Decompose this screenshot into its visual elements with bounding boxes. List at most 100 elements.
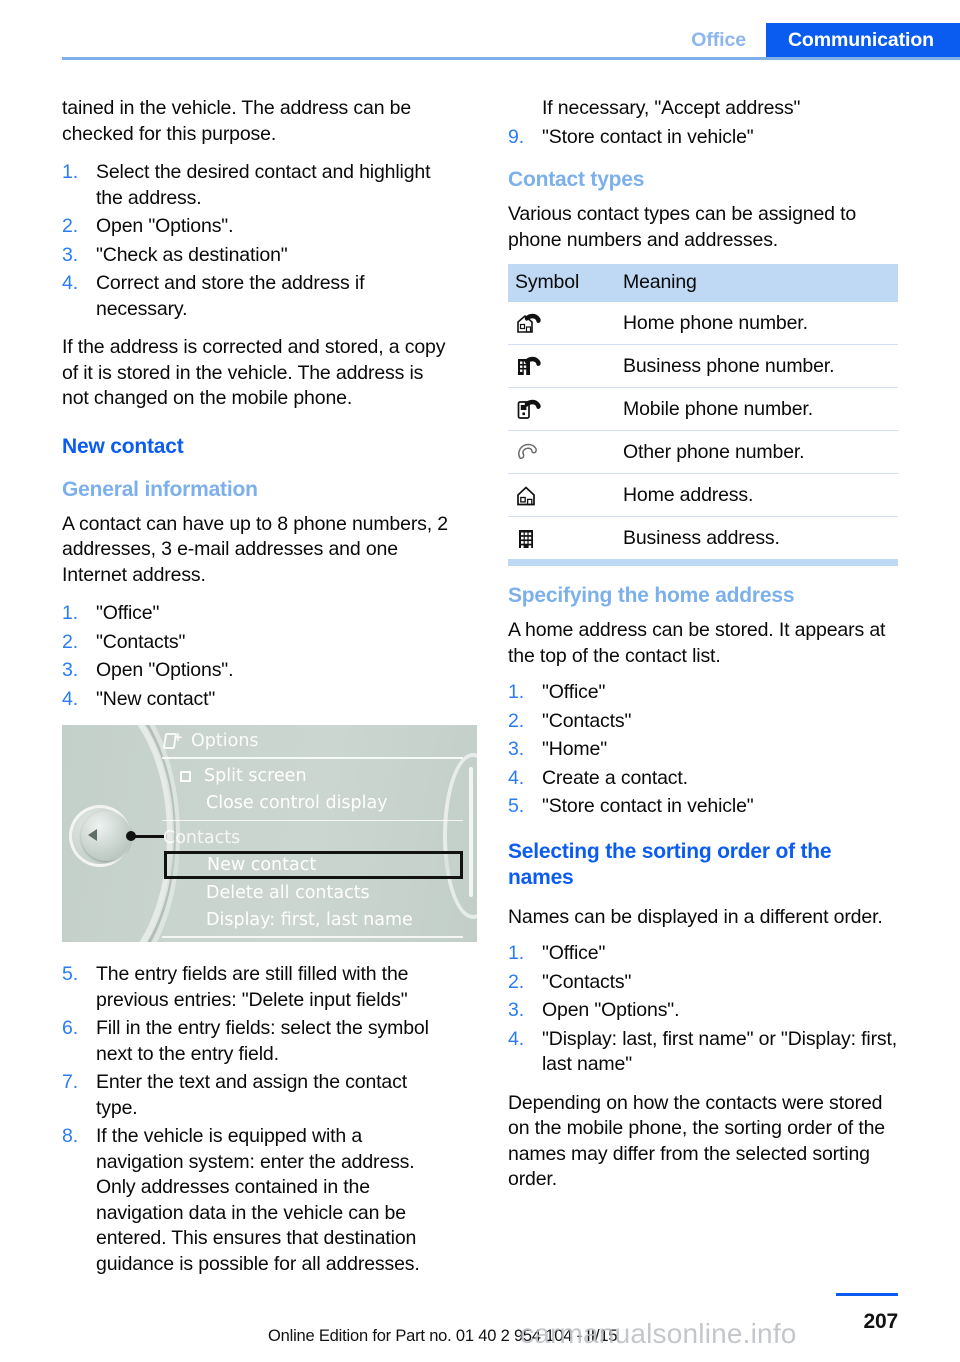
list-item: 2. "Contacts" — [508, 709, 898, 735]
step-number: 5. — [62, 963, 78, 985]
heading-contact-types: Contact types — [508, 168, 645, 191]
idrive-item-label: Close control display — [206, 793, 388, 813]
list-item-continuation: If necessary, "Accept address" — [508, 96, 898, 122]
step-number: 2. — [508, 970, 524, 993]
list-item: 9. "Store contact in vehicle" — [508, 125, 898, 151]
step-text: "Home" — [542, 738, 607, 760]
idrive-group-label: Contacts — [163, 827, 241, 848]
steps-check-address: 1. Select the desired contact and highli… — [62, 160, 452, 322]
list-item: 3. "Check as destination" — [62, 243, 452, 269]
sorting-paragraph: Names can be displayed in a different or… — [508, 905, 883, 928]
table-row: Business address. — [508, 517, 898, 560]
cell-meaning: Mobile phone number. — [616, 387, 898, 431]
idrive-item-label: Display: first, last name — [206, 909, 413, 930]
cell-meaning: Business phone number. — [616, 344, 898, 388]
idrive-item-label: Split screen — [204, 766, 307, 786]
list-item: 5. "Store contact in vehicle" — [508, 794, 898, 820]
steps-home-address: 1. "Office" 2. "Contacts" 3. "Home" 4. C… — [508, 680, 898, 820]
home-address-paragraph: A home address can be stored. It appears… — [508, 619, 886, 667]
step-text: "Office" — [542, 942, 606, 964]
step-text: Create a contact. — [542, 766, 688, 789]
step-text: The entry fields are still filled with t… — [96, 963, 409, 1011]
list-item: 1. "Office" — [62, 601, 452, 627]
step-text: "Store contact in vehicle" — [542, 795, 754, 817]
step-text: Open "Options". — [96, 215, 234, 237]
idrive-item-label: New contact — [207, 855, 317, 875]
step-number: 1. — [508, 942, 524, 964]
list-item: 4. "New contact" — [62, 687, 452, 713]
idrive-options-menu-illustration: + Options Split screen Close control dis… — [62, 725, 477, 942]
page-number-rule — [836, 1293, 898, 1296]
header-rule — [62, 57, 960, 60]
cell-meaning: Home phone number. — [616, 302, 898, 345]
step-text: Select the desired contact and highlight… — [96, 161, 431, 209]
two-column-layout: tained in the vehicle. The address can b… — [62, 96, 898, 1290]
idrive-group-contacts: Contacts — [162, 824, 463, 851]
step-number: 1. — [62, 602, 78, 624]
step-number: 1. — [508, 681, 524, 703]
step-text: "Contacts" — [542, 709, 632, 732]
business-address-icon — [519, 530, 533, 548]
column-header-symbol: Symbol — [508, 264, 616, 302]
list-item: 3. "Home" — [508, 737, 898, 763]
sorting-note-paragraph: Depending on how the contacts were store… — [508, 1091, 886, 1191]
idrive-item-delete-all-contacts[interactable]: Delete all contacts — [162, 879, 463, 906]
list-item: 6. Fill in the entry fields: select the … — [62, 1016, 452, 1067]
cell-symbol — [508, 387, 616, 431]
step-number: 8. — [62, 1125, 78, 1147]
tab-communication[interactable]: Communication — [765, 23, 960, 57]
idrive-item-close-control-display[interactable]: Close control display — [162, 790, 463, 817]
step-number: 3. — [508, 999, 524, 1021]
heading-sorting-order: Selecting the sorting order of the names — [508, 839, 832, 889]
heading-specifying-home-address: Specifying the home address — [508, 584, 795, 607]
list-item: 2. "Contacts" — [508, 970, 898, 996]
idrive-scrollbar[interactable] — [469, 767, 473, 897]
cell-meaning: Business address. — [623, 526, 780, 549]
step-text: If necessary, "Accept address" — [542, 97, 801, 119]
step-text: Correct and store the address if necessa… — [96, 272, 365, 320]
step-text: Fill in the entry fields: select the sym… — [96, 1017, 429, 1065]
list-item: 1. "Office" — [508, 941, 898, 967]
table-row: Other phone number. — [508, 430, 898, 474]
cell-symbol — [508, 517, 616, 560]
idrive-item-new-contact[interactable]: New contact — [164, 851, 463, 879]
list-item: 1. "Office" — [508, 680, 898, 706]
left-column: tained in the vehicle. The address can b… — [62, 96, 477, 1290]
step-number: 7. — [62, 1071, 78, 1093]
right-column: If necessary, "Accept address" 9. "Store… — [508, 96, 898, 1290]
intro-paragraph: tained in the vehicle. The address can b… — [62, 97, 412, 145]
cell-symbol — [508, 430, 616, 474]
business-phone-icon — [518, 356, 541, 375]
list-item: 2. Open "Options". — [62, 214, 452, 240]
checkbox-icon[interactable] — [180, 770, 191, 782]
list-item: 3. Open "Options". — [62, 658, 452, 684]
steps-new-contact-part-a: 1. "Office" 2. "Contacts" 3. Open "Optio… — [62, 601, 452, 712]
step-number: 4. — [508, 1027, 524, 1050]
step-number: 3. — [62, 243, 78, 266]
step-number: 5. — [508, 795, 524, 817]
list-item: 2. "Contacts" — [62, 630, 452, 656]
table-footer-band — [508, 559, 898, 566]
idrive-item-split-screen[interactable]: Split screen — [162, 763, 463, 790]
list-item: 1. Select the desired contact and highli… — [62, 160, 452, 211]
page-number: 207 — [863, 1310, 899, 1333]
idrive-menu: + Options Split screen Close control dis… — [162, 725, 463, 942]
site-watermark: carmanualsonline.info — [520, 1318, 797, 1349]
table-header-row: Symbol Meaning — [508, 264, 898, 302]
step-number: 3. — [62, 659, 78, 681]
tab-office[interactable]: Office — [681, 23, 766, 57]
home-address-icon — [517, 486, 535, 506]
controller-left-arrow-icon — [88, 829, 97, 841]
idrive-separator — [162, 936, 463, 938]
mobile-phone-icon — [517, 399, 541, 419]
step-text: "New contact" — [96, 687, 216, 710]
after-steps-paragraph: If the address is corrected and stored, … — [62, 336, 446, 409]
step-number: 4. — [62, 687, 78, 710]
step-text: "Check as destination" — [96, 243, 288, 266]
cell-symbol — [508, 473, 616, 517]
table-row: Home address. — [508, 473, 898, 517]
idrive-item-display-first-last-name[interactable]: Display: first, last name — [162, 906, 463, 933]
other-phone-icon — [518, 443, 537, 460]
step-text: "Contacts" — [96, 630, 186, 653]
step-number: 4. — [62, 272, 78, 294]
